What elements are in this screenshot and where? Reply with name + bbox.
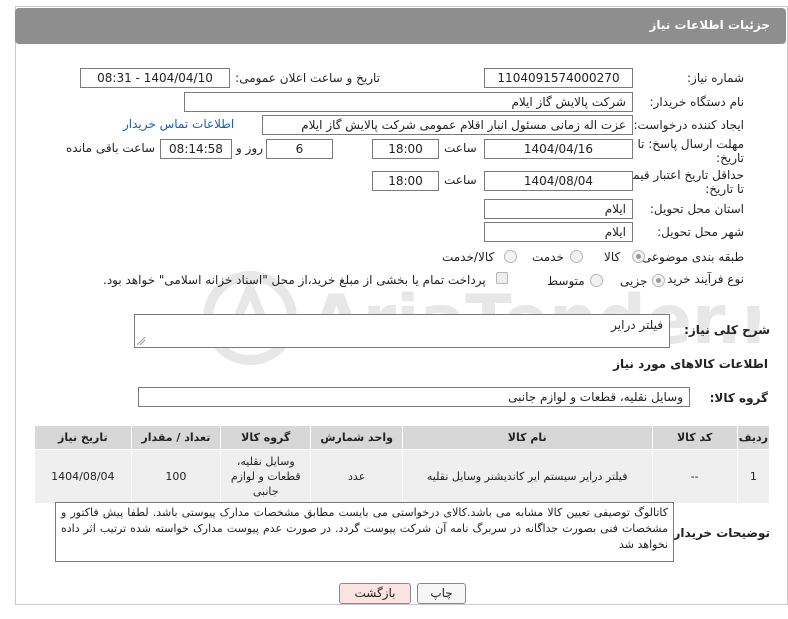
province-label: استان محل تحویل:: [649, 202, 744, 216]
province-field: ایلام: [484, 199, 633, 219]
remaining-days-field: 6: [266, 139, 333, 159]
city-field: ایلام: [484, 222, 633, 242]
announce-datetime-field: 1404/04/10 - 08:31: [80, 68, 230, 88]
col-unit: واحد شمارش: [310, 425, 403, 450]
cell-qty: 100: [130, 449, 222, 504]
col-group: گروه کالا: [220, 425, 312, 450]
requester-field: عزت اله زمانی مسئول انبار اقلام عمومی شر…: [262, 115, 633, 135]
goods-table: ردیف کد کالا نام کالا واحد شمارش گروه کا…: [34, 425, 771, 504]
deadline-time-label: ساعت: [444, 141, 477, 155]
price-validity-label: حداقل تاریخ اعتبار قیمت:: [617, 168, 744, 182]
buyer-notes-box: کاتالوگ توصیفی تعیین کالا مشابه می باشد.…: [55, 502, 674, 562]
cell-group: وسایل نقلیه، قطعات و لوازم جانبی: [220, 449, 312, 504]
announce-label: تاریخ و ساعت اعلان عمومی:: [235, 71, 380, 85]
requester-label: ایجاد کننده درخواست:: [633, 118, 744, 132]
category-service-label: خدمت: [532, 250, 564, 264]
buyer-org-label: نام دستگاه خریدار:: [649, 95, 745, 109]
cell-code: --: [651, 449, 738, 504]
process-minor-radio[interactable]: [652, 274, 665, 287]
need-number-label: شماره نیاز:: [687, 71, 744, 85]
process-label: نوع فرآیند خرید :: [659, 272, 744, 286]
category-goods-service-radio[interactable]: [504, 250, 517, 263]
process-medium-radio[interactable]: [590, 274, 603, 287]
price-validity-time-field: 18:00: [372, 171, 439, 191]
deadline-date-field: 1404/04/16: [484, 139, 633, 159]
cell-row: 1: [736, 449, 771, 504]
price-validity-label-date: تا تاریخ:: [705, 182, 744, 196]
treasury-payment-checkbox[interactable]: [496, 272, 508, 284]
print-button[interactable]: چاپ: [417, 583, 466, 604]
process-medium-label: متوسط: [547, 274, 585, 288]
deadline-time-field: 18:00: [372, 139, 439, 159]
col-row: ردیف: [736, 425, 771, 450]
summary-text: فیلتر درایر: [611, 318, 663, 332]
goods-group-field: وسایل نقلیه، قطعات و لوازم جانبی: [138, 387, 690, 407]
resize-handle-icon[interactable]: [137, 337, 145, 345]
remaining-time-field: 08:14:58: [160, 139, 232, 159]
buyer-org-field: شرکت پالایش گاز ایلام: [184, 92, 633, 112]
col-qty: تعداد / مقدار: [130, 425, 222, 450]
category-goods-service-label: کالا/خدمت: [442, 250, 495, 264]
price-time-label: ساعت: [444, 173, 477, 187]
need-number-field: 1104091574000270: [484, 68, 633, 88]
city-label: شهر محل تحویل:: [657, 225, 744, 239]
deadline-label-date: تاریخ:: [716, 151, 744, 165]
treasury-payment-note: پرداخت تمام یا بخشی از مبلغ خرید،از محل …: [103, 273, 486, 287]
summary-box: فیلتر درایر: [134, 314, 670, 348]
buyer-notes-label: توضیحات خریدار:: [668, 526, 770, 540]
goods-group-label: گروه کالا:: [709, 391, 768, 405]
buyer-contact-link[interactable]: اطلاعات تماس خریدار: [123, 117, 234, 131]
cell-name: فیلتر درایر سیستم ایر کاندیشنر وسایل نقل…: [401, 449, 653, 504]
category-label: طبقه بندی موضوعی:: [637, 250, 744, 264]
price-validity-date-field: 1404/08/04: [484, 171, 633, 191]
col-name: نام کالا: [401, 425, 653, 450]
back-button[interactable]: بازگشت: [339, 583, 411, 604]
cell-need-date: 1404/08/04: [34, 449, 132, 504]
cell-unit: عدد: [310, 449, 403, 504]
category-goods-radio[interactable]: [632, 250, 645, 263]
panel-title: جزئیات اطلاعات نیاز: [649, 18, 770, 32]
panel-header: جزئیات اطلاعات نیاز: [15, 8, 786, 44]
category-goods-label: کالا: [604, 250, 621, 264]
goods-info-title: اطلاعات کالاهای مورد نیاز: [613, 357, 768, 371]
summary-label: شرح کلی نیاز:: [684, 323, 770, 337]
days-label: روز و: [236, 141, 263, 155]
col-code: کد کالا: [651, 425, 738, 450]
deadline-label: مهلت ارسال پاسخ: تا: [637, 137, 744, 151]
col-need-date: تاریخ نیاز: [34, 425, 132, 450]
table-row: 1 -- فیلتر درایر سیستم ایر کاندیشنر وسای…: [34, 449, 771, 504]
category-service-radio[interactable]: [570, 250, 583, 263]
process-minor-label: جزیی: [620, 274, 648, 288]
remaining-time-label: ساعت باقی مانده: [66, 141, 156, 155]
